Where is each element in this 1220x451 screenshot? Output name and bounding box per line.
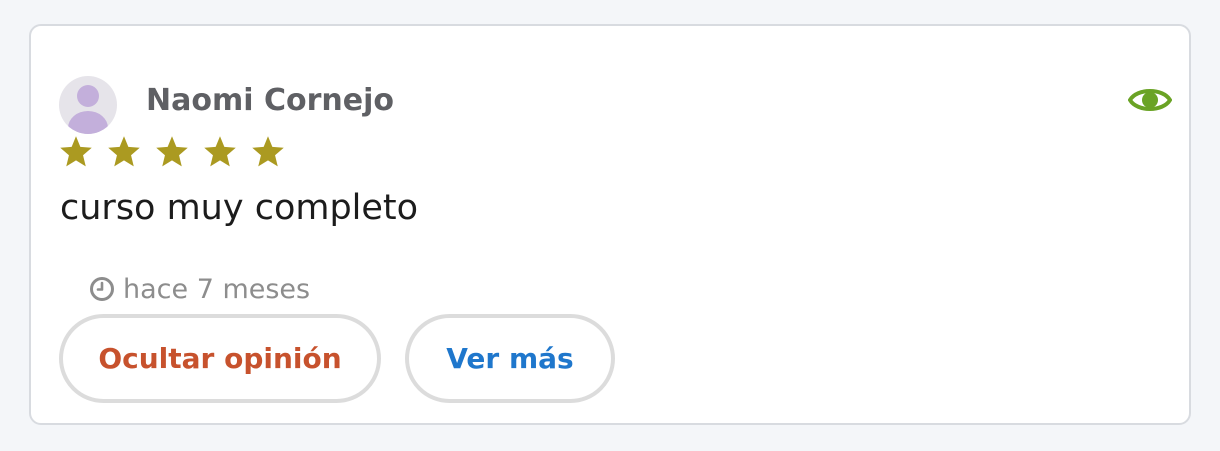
hide-review-label: Ocultar opinión: [98, 342, 342, 375]
star-icon: [108, 136, 140, 167]
see-more-button[interactable]: Ver más: [405, 314, 615, 403]
review-author-name: Naomi Cornejo: [146, 83, 394, 118]
review-timestamp: hace 7 meses: [89, 272, 310, 306]
star-icon: [156, 136, 188, 167]
clock-icon: [90, 277, 114, 301]
star-icon: [60, 136, 92, 167]
rating-stars: [58, 134, 298, 174]
star-icon: [204, 136, 236, 167]
star-icon: [252, 136, 284, 167]
user-avatar-icon: [59, 76, 117, 134]
timestamp-label: hace 7 meses: [123, 273, 311, 305]
see-more-label: Ver más: [446, 342, 574, 375]
eye-icon[interactable]: [1127, 83, 1173, 117]
review-card: Naomi Cornejo curso muy completo hace 7 …: [29, 24, 1191, 425]
review-text: curso muy completo: [60, 188, 419, 228]
hide-review-button[interactable]: Ocultar opinión: [59, 314, 381, 403]
